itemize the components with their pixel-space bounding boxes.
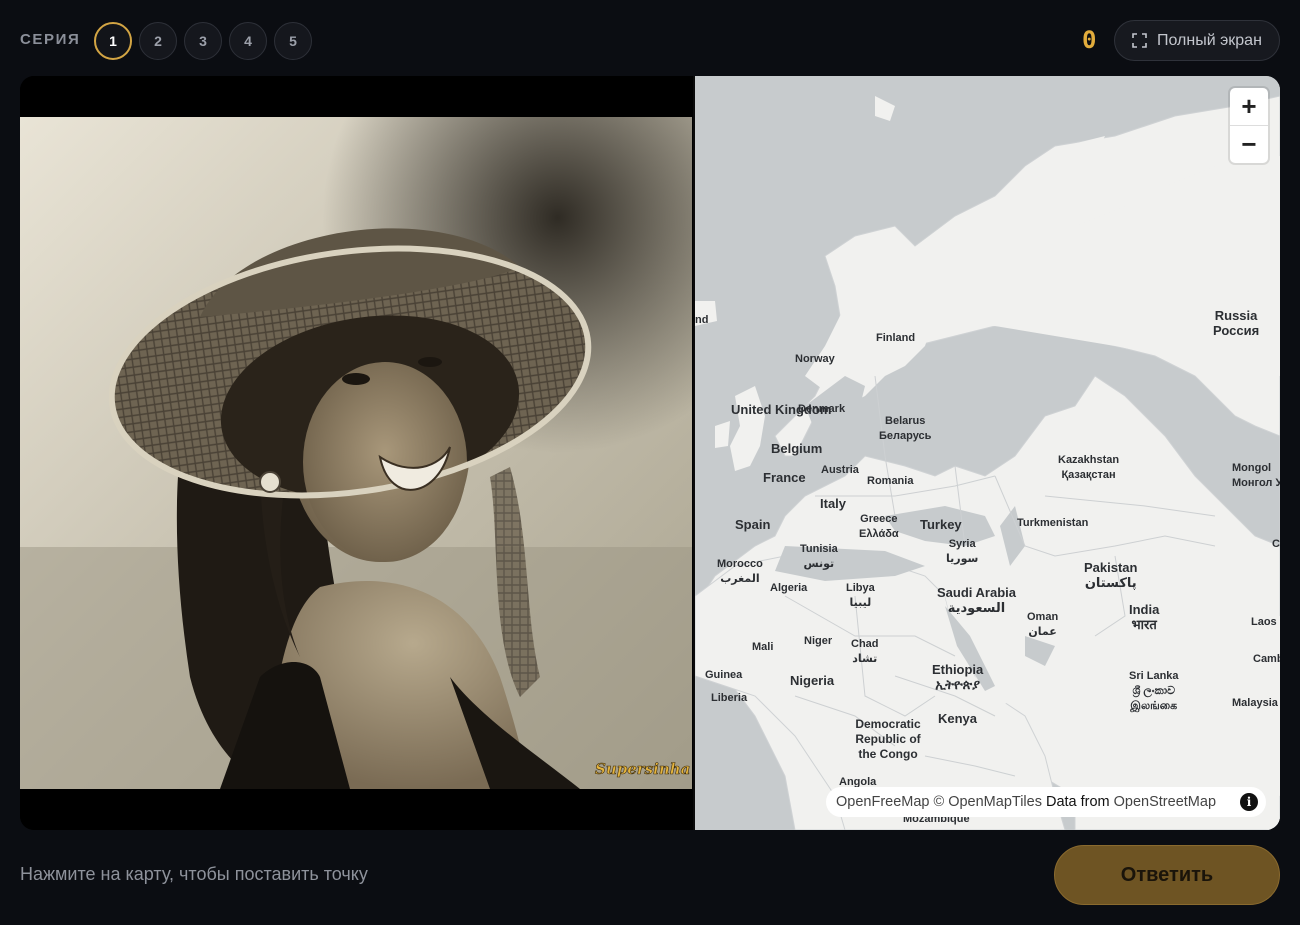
score-counter: 0	[1082, 26, 1097, 54]
round-button-4[interactable]: 4	[229, 22, 267, 60]
map-hint-text: Нажмите на карту, чтобы поставить точку	[20, 864, 368, 884]
map-attribution: OpenFreeMap © OpenMapTiles Data from Ope…	[826, 787, 1266, 817]
photo-watermark: Supersinha	[595, 760, 690, 778]
map-label-drc: Democratic Republic of the Congo	[855, 717, 921, 761]
map-pane[interactable]: nd Finland Norway United Kingdom Denmark…	[695, 76, 1280, 830]
map-label-belgium: Belgium	[771, 441, 823, 456]
map-label-sri-lanka: Sri Lanka ශ්‍රී ලංකාව இலங்கை	[1129, 670, 1179, 712]
map-label-niger: Niger	[804, 635, 833, 647]
info-icon[interactable]: i	[1240, 793, 1258, 811]
map-label-nigeria: Nigeria	[790, 673, 835, 688]
map-label-greece: Greece Ελλάδα	[859, 513, 899, 540]
fullscreen-button[interactable]: Полный экран	[1114, 20, 1280, 61]
map-label-russia: Russia Россия	[1213, 308, 1260, 338]
map-label-malaysia: Malaysia	[1232, 697, 1278, 709]
attrib-data-from: Data from	[1045, 794, 1110, 810]
map-label-pakistan: Pakistan پاکستان	[1084, 560, 1138, 590]
series-label: СЕРИЯ	[20, 31, 81, 48]
map-label-libya: Libya ليبيا	[846, 582, 875, 609]
map-label-kenya: Kenya	[938, 711, 978, 726]
map-label-india: India भारत	[1129, 602, 1160, 632]
map-label-algeria: Algeria	[770, 582, 808, 594]
map-label-kazakhstan: Kazakhstan Қазақстан	[1058, 454, 1120, 481]
map-label-oman: Oman عمان	[1027, 611, 1059, 638]
attrib-openfreemap-link[interactable]: OpenFreeMap	[836, 794, 930, 810]
answer-button[interactable]: Ответить	[1054, 845, 1280, 905]
map-label-mongolia: Mongol Монгол У	[1232, 462, 1280, 489]
attrib-openmaptiles-link[interactable]: © OpenMapTiles	[934, 794, 1042, 810]
map-label-belarus: Belarus Беларусь	[879, 415, 932, 442]
map-label-laos: Laos	[1251, 616, 1277, 628]
map-label-syria: Syria سوريا	[946, 538, 979, 565]
map-label-spain: Spain	[735, 517, 771, 532]
map-label-austria: Austria	[821, 464, 859, 476]
map-label-iceland: nd	[695, 314, 709, 326]
map-label-ethiopia: Ethiopia ኢትዮጵያ	[932, 662, 984, 692]
map-label-cambodia: Cambo	[1253, 653, 1280, 665]
round-button-1[interactable]: 1	[94, 22, 132, 60]
round-button-2[interactable]: 2	[139, 22, 177, 60]
attrib-openstreetmap-link[interactable]: OpenStreetMap	[1114, 794, 1216, 810]
photo-pane: Supersinha	[20, 76, 693, 830]
map-label-liberia: Liberia	[711, 692, 748, 704]
map-label-france: France	[763, 470, 806, 485]
map-label-saudi-arabia: Saudi Arabia السعودية	[937, 585, 1016, 615]
location-photo: Supersinha	[20, 117, 692, 789]
fullscreen-icon	[1132, 33, 1147, 48]
fullscreen-label: Полный экран	[1157, 31, 1262, 49]
map-label-finland: Finland	[876, 332, 916, 344]
map-label-mali: Mali	[752, 641, 774, 653]
map-label-guinea: Guinea	[705, 669, 743, 681]
zoom-in-button[interactable]: +	[1230, 88, 1268, 125]
map-label-turkmenistan: Turkmenistan	[1017, 517, 1089, 529]
round-button-5[interactable]: 5	[274, 22, 312, 60]
top-bar: СЕРИЯ 1 2 3 4 5 0 Полный экран	[0, 0, 1300, 80]
game-panel: Supersinha nd Finland Norway United King…	[20, 76, 1280, 830]
map-label-turkey: Turkey	[920, 517, 962, 532]
map-label-denmark: Denmark	[798, 403, 846, 415]
map-label-china: C	[1272, 538, 1280, 550]
map-label-chad: Chad تشاد	[851, 638, 879, 665]
map-label-tunisia: Tunisia تونس	[800, 543, 838, 570]
round-button-3[interactable]: 3	[184, 22, 222, 60]
zoom-out-button[interactable]: −	[1230, 126, 1268, 163]
map-label-romania: Romania	[867, 475, 914, 487]
map-label-norway: Norway	[795, 353, 835, 365]
map-label-italy: Italy	[820, 496, 847, 511]
zoom-controls: + −	[1230, 88, 1268, 163]
map-label-morocco: Morocco المغرب	[717, 558, 763, 585]
